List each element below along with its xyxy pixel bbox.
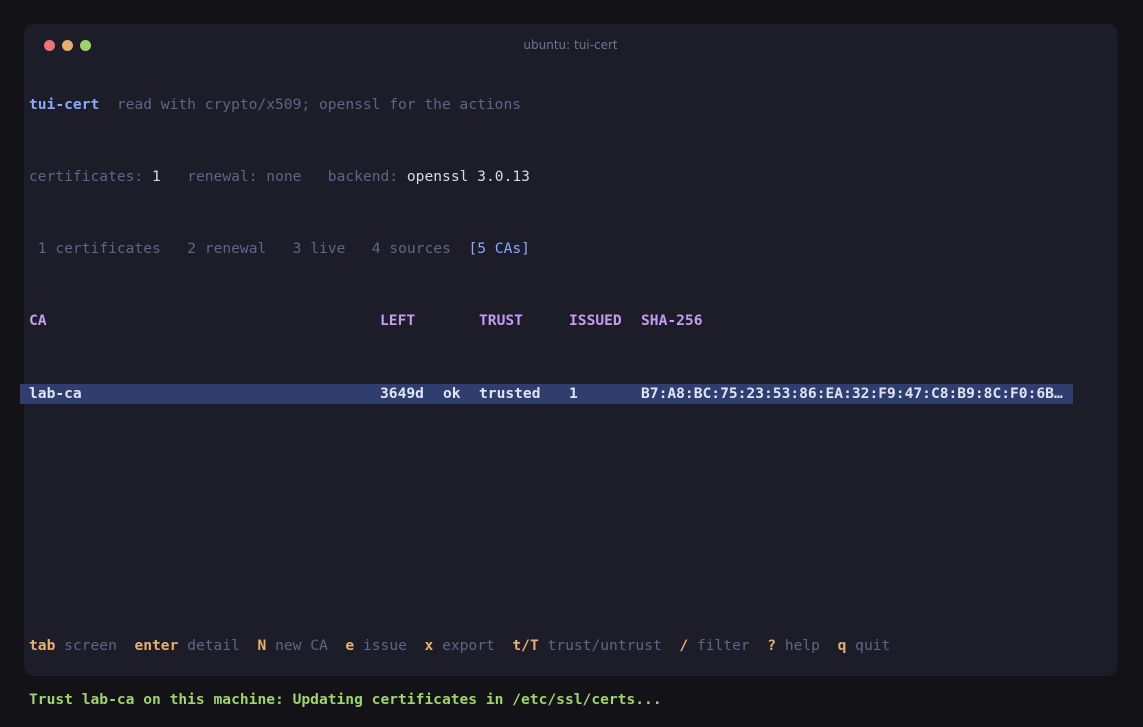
certificates-label: certificates: xyxy=(29,168,144,185)
tab-renewal[interactable]: 2 renewal xyxy=(187,240,266,257)
table-header: CA LEFT TRUST ISSUED SHA-256 xyxy=(29,312,1123,330)
row-days-left: 3649d xyxy=(380,385,424,402)
tab-sources[interactable]: 4 sources xyxy=(372,240,451,257)
footer: tab screen enter detail N new CA e issue… xyxy=(29,601,1123,727)
keybind-issue[interactable]: e issue xyxy=(345,637,407,654)
certificates-count: 1 xyxy=(152,168,161,185)
backend-label: backend: xyxy=(327,168,399,185)
tab-cas[interactable]: [5 CAs] xyxy=(468,240,530,257)
row-trust: trusted xyxy=(479,385,541,402)
keybind-filter[interactable]: / filter xyxy=(679,637,749,654)
column-header-ca: CA xyxy=(29,312,47,329)
row-left-status: ok xyxy=(443,385,461,402)
summary-line: certificates: 1 renewal: none backend: o… xyxy=(29,168,1123,186)
tab-live[interactable]: 3 live xyxy=(293,240,346,257)
keybind-tab[interactable]: tab screen xyxy=(29,637,117,654)
row-issued: 1 xyxy=(569,385,578,402)
table-row[interactable]: lab-ca 3649d ok trusted 1 B7:A8:BC:75:23… xyxy=(20,384,1073,404)
app-name: tui-cert xyxy=(29,96,100,113)
app-tagline: read with crypto/x509; openssl for the a… xyxy=(116,96,522,113)
keybindings-bar: tab screen enter detail N new CA e issue… xyxy=(29,637,1123,655)
keybind-export[interactable]: x export xyxy=(424,637,494,654)
column-header-issued: ISSUED xyxy=(569,312,622,329)
tab-certificates[interactable]: 1 certificates xyxy=(38,240,161,257)
renewal-value: none xyxy=(266,168,302,185)
renewal-label: renewal: xyxy=(187,168,258,185)
app-header: tui-cert read with crypto/x509; openssl … xyxy=(29,96,1123,114)
keybind-enter[interactable]: enter detail xyxy=(134,637,239,654)
terminal-content: tui-cert read with crypto/x509; openssl … xyxy=(20,42,1123,422)
row-sha256: B7:A8:BC:75:23:53:86:EA:32:F9:47:C8:B9:8… xyxy=(641,385,1063,402)
keybind-new-ca[interactable]: N new CA xyxy=(257,637,327,654)
tab-bar: 1 certificates 2 renewal 3 live 4 source… xyxy=(29,240,1123,258)
keybind-quit[interactable]: q quit xyxy=(838,637,891,654)
keybind-help[interactable]: ? help xyxy=(767,637,820,654)
column-header-trust: TRUST xyxy=(479,312,523,329)
row-ca-name: lab-ca xyxy=(29,385,82,402)
keybind-trust[interactable]: t/T trust/untrust xyxy=(512,637,661,654)
column-header-sha256: SHA-256 xyxy=(641,312,703,329)
table-body: lab-ca 3649d ok trusted 1 B7:A8:BC:75:23… xyxy=(20,384,1123,404)
backend-value: openssl 3.0.13 xyxy=(406,168,530,185)
status-message: Trust lab-ca on this machine: Updating c… xyxy=(29,691,662,708)
column-header-left: LEFT xyxy=(380,312,416,329)
